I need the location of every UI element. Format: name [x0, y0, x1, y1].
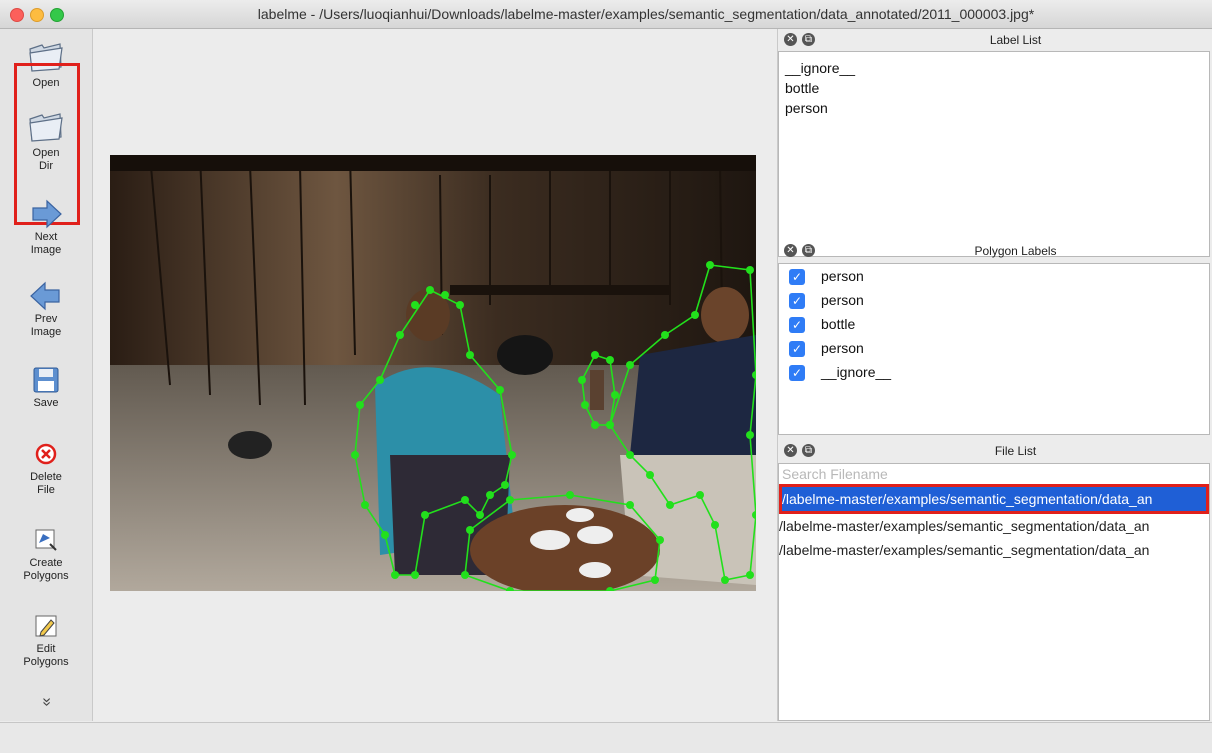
label-list-item[interactable]: person: [779, 98, 1209, 118]
create-polygon-icon: [35, 529, 57, 551]
maximize-window-button[interactable]: [50, 8, 64, 22]
floppy-disk-icon: [33, 367, 59, 393]
next-image-button[interactable]: Next Image: [0, 199, 92, 257]
polygon-label-item[interactable]: ✓ bottle: [779, 314, 1209, 338]
checkbox-checked-icon[interactable]: ✓: [789, 269, 805, 285]
chevron-double-down-icon: »: [38, 697, 55, 707]
label-list-title: Label List: [989, 33, 1042, 47]
checkbox-checked-icon[interactable]: ✓: [789, 341, 805, 357]
bottle-figure: [590, 370, 604, 410]
image-canvas[interactable]: [93, 29, 776, 721]
save-button[interactable]: Save: [0, 365, 92, 410]
float-dock-icon[interactable]: ⧉: [802, 444, 815, 457]
food-table-figure: [470, 505, 660, 591]
polygon-label-item[interactable]: ✓ __ignore__: [779, 362, 1209, 386]
float-dock-icon[interactable]: ⧉: [802, 244, 815, 257]
file-list-header: ✕ ⧉ File List: [778, 440, 1212, 462]
edit-polygons-label: Edit Polygons: [23, 643, 69, 668]
arrow-left-icon: [30, 281, 60, 311]
save-label: Save: [33, 397, 59, 409]
create-polygons-button[interactable]: Create Polygons: [0, 525, 92, 583]
polygon-label-item[interactable]: ✓ person: [779, 338, 1209, 362]
file-list-item-selected[interactable]: /labelme-master/examples/semantic_segmen…: [779, 484, 1209, 514]
polygon-labels-list[interactable]: ✓ person ✓ person ✓ bottle ✓ person ✓ __ignor…: [778, 263, 1210, 435]
checkbox-checked-icon[interactable]: ✓: [789, 365, 805, 381]
status-bar: [0, 722, 1212, 753]
delete-file-button[interactable]: Delete File: [0, 439, 92, 497]
close-dock-icon[interactable]: ✕: [784, 33, 797, 46]
next-image-label: Next Image: [30, 231, 62, 256]
label-list-header: ✕ ⧉ Label List: [778, 29, 1212, 51]
prev-image-button[interactable]: Prev Image: [0, 281, 92, 339]
create-polygons-label: Create Polygons: [23, 557, 69, 582]
delete-icon: [35, 443, 57, 465]
annotated-photo[interactable]: [110, 155, 756, 591]
arrow-right-icon: [32, 199, 62, 229]
checkbox-checked-icon[interactable]: ✓: [789, 293, 805, 309]
polygon-labels-title: Polygon Labels: [974, 244, 1057, 258]
file-list-title: File List: [994, 444, 1037, 458]
window-title: labelme - /Users/luoqianhui/Downloads/la…: [257, 6, 1035, 22]
close-dock-icon[interactable]: ✕: [784, 244, 797, 257]
search-filename-input[interactable]: Search Filename: [779, 464, 1209, 484]
minimize-window-button[interactable]: [30, 8, 44, 22]
label-list-item[interactable]: bottle: [779, 78, 1209, 98]
edit-polygons-button[interactable]: Edit Polygons: [0, 611, 92, 669]
file-list-item[interactable]: /labelme-master/examples/semantic_segmen…: [779, 538, 1209, 562]
file-list[interactable]: Search Filename /labelme-master/examples…: [778, 463, 1210, 721]
polygon-label-item[interactable]: ✓ person: [779, 266, 1209, 290]
prev-image-label: Prev Image: [30, 313, 62, 338]
edit-pencil-icon: [35, 615, 57, 637]
delete-file-label: Delete File: [30, 471, 62, 496]
more-tools-button[interactable]: »: [0, 693, 92, 711]
polygon-label-item[interactable]: ✓ person: [779, 290, 1209, 314]
polygon-labels-header: ✕ ⧉ Polygon Labels: [778, 240, 1212, 262]
float-dock-icon[interactable]: ⧉: [802, 33, 815, 46]
file-list-item[interactable]: /labelme-master/examples/semantic_segmen…: [779, 514, 1209, 538]
right-dock-panel: ✕ ⧉ Label List __ignore__ bottle person …: [777, 29, 1212, 721]
checkbox-checked-icon[interactable]: ✓: [789, 317, 805, 333]
close-window-button[interactable]: [10, 8, 24, 22]
label-list[interactable]: __ignore__ bottle person: [778, 51, 1210, 257]
close-dock-icon[interactable]: ✕: [784, 444, 797, 457]
title-bar: labelme - /Users/luoqianhui/Downloads/la…: [0, 0, 1212, 29]
left-toolbar: Open Open Dir Next Image Prev Image Save: [0, 29, 93, 721]
label-list-item[interactable]: __ignore__: [779, 58, 1209, 78]
